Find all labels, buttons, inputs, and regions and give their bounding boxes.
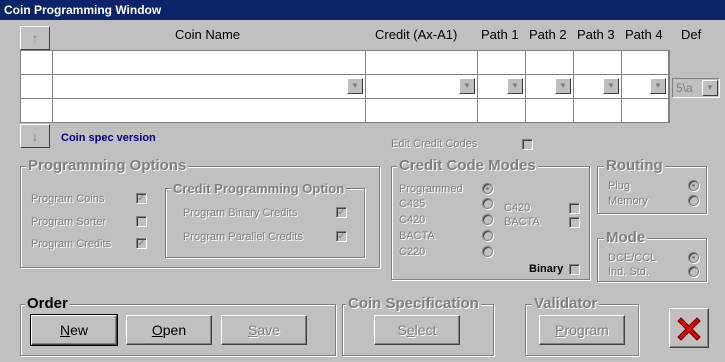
credit-programming-option-title: Credit Programming Option bbox=[171, 181, 347, 197]
program-sorter-checkbox[interactable] bbox=[136, 216, 147, 227]
path4-cell[interactable] bbox=[622, 99, 669, 122]
program-coins-checkbox[interactable]: ✓ bbox=[136, 193, 147, 204]
credit-cell[interactable]: ▼ bbox=[366, 75, 478, 98]
coin-table: ▼ ▼ ▼ ▼ ▼ ▼ bbox=[20, 50, 670, 123]
header-path4: Path 4 bbox=[625, 27, 663, 42]
chevron-down-icon[interactable]: ▼ bbox=[603, 78, 619, 94]
coin-spec-version-label: Coin spec version bbox=[61, 132, 156, 144]
memory-radio[interactable] bbox=[688, 195, 699, 206]
chevron-down-icon[interactable]: ▼ bbox=[459, 78, 475, 94]
program-parallel-credits-checkbox[interactable]: ✓ bbox=[336, 231, 347, 242]
path1-cell[interactable] bbox=[478, 51, 526, 74]
path2-cell[interactable] bbox=[526, 51, 574, 74]
programmed-label: Programmed bbox=[399, 183, 463, 195]
path2-cell[interactable] bbox=[526, 99, 574, 122]
coin-specification-title: Coin Specification bbox=[346, 295, 481, 312]
chevron-down-icon[interactable]: ▼ bbox=[347, 78, 363, 94]
c435-label: C435 bbox=[399, 198, 426, 210]
arrow-down-icon: ↓ bbox=[31, 128, 39, 144]
new-button[interactable]: New bbox=[30, 314, 118, 346]
bacta-checkbox[interactable] bbox=[569, 217, 580, 228]
window-title: Coin Programming Window bbox=[0, 0, 725, 20]
credit-cell[interactable] bbox=[366, 99, 478, 122]
chevron-down-icon[interactable]: ▼ bbox=[507, 78, 523, 94]
chevron-down-icon[interactable]: ▼ bbox=[702, 80, 718, 96]
c420-check-label: C420 bbox=[504, 202, 531, 214]
dce-ccl-label: DCE/CCL bbox=[608, 252, 657, 264]
c435-radio[interactable] bbox=[482, 198, 493, 209]
coin-name-cell[interactable]: ▼ bbox=[53, 75, 366, 98]
program-sorter-label: Program Sorter bbox=[31, 216, 107, 228]
def-value: 5\a bbox=[676, 81, 693, 95]
program-credits-label: Program Credits bbox=[31, 238, 112, 250]
path4-cell[interactable] bbox=[622, 51, 669, 74]
program-credits-checkbox[interactable]: ✓ bbox=[136, 238, 147, 249]
edit-credit-codes-label: Edit Credit Codes bbox=[391, 138, 478, 150]
credit-programming-option-group bbox=[165, 188, 365, 258]
path3-cell[interactable]: ▼ bbox=[574, 75, 622, 98]
memory-label: Memory bbox=[608, 195, 648, 207]
programming-options-title: Programming Options bbox=[26, 157, 189, 174]
path2-cell[interactable]: ▼ bbox=[526, 75, 574, 98]
coin-name-cell[interactable] bbox=[53, 99, 366, 122]
chevron-down-icon[interactable]: ▼ bbox=[650, 78, 666, 94]
chevron-down-icon[interactable]: ▼ bbox=[555, 78, 571, 94]
mode-title: Mode bbox=[604, 229, 648, 246]
program-parallel-credits-label: Program Parallel Credits bbox=[183, 231, 303, 243]
path1-cell[interactable] bbox=[478, 99, 526, 122]
arrow-up-icon: ↑ bbox=[31, 30, 39, 46]
credit-cell[interactable] bbox=[366, 51, 478, 74]
header-path2: Path 2 bbox=[529, 27, 567, 42]
c420-checkbox[interactable] bbox=[569, 203, 580, 214]
ind-std-label: Ind. Std. bbox=[608, 266, 649, 278]
plug-label: Plug bbox=[608, 180, 631, 192]
programmed-radio[interactable] bbox=[482, 183, 493, 194]
order-title: Order bbox=[25, 295, 70, 312]
header-coin-name: Coin Name bbox=[175, 27, 241, 42]
header-path3: Path 3 bbox=[577, 27, 615, 42]
header-path1: Path 1 bbox=[481, 27, 519, 42]
c220-radio[interactable] bbox=[482, 246, 493, 257]
validator-title: Validator bbox=[532, 295, 600, 312]
edit-credit-codes-checkbox[interactable] bbox=[522, 139, 533, 150]
scroll-down-button[interactable]: ↓ bbox=[20, 124, 50, 148]
save-button[interactable]: Save bbox=[221, 315, 307, 345]
credit-code-modes-title: Credit Code Modes bbox=[397, 157, 538, 174]
coin-name-cell[interactable] bbox=[53, 51, 366, 74]
program-binary-credits-label: Program Binary Credits bbox=[183, 207, 298, 219]
c420-label: C420 bbox=[399, 214, 426, 226]
dce-ccl-radio[interactable] bbox=[688, 252, 699, 263]
c420-radio[interactable] bbox=[482, 214, 493, 225]
program-coins-label: Program Coins bbox=[31, 193, 105, 205]
binary-checkbox[interactable] bbox=[569, 264, 580, 275]
header-credit: Credit (Ax-A1) bbox=[375, 27, 458, 42]
header-def: Def bbox=[681, 27, 702, 42]
def-dropdown[interactable]: 5\a ▼ bbox=[672, 78, 720, 98]
row-selector[interactable] bbox=[21, 51, 53, 74]
close-button[interactable] bbox=[669, 308, 709, 348]
path3-cell[interactable] bbox=[574, 99, 622, 122]
row-selector[interactable] bbox=[21, 75, 53, 98]
program-binary-credits-checkbox[interactable]: ✓ bbox=[336, 207, 347, 218]
bacta-check-label: BACTA bbox=[504, 216, 540, 228]
row-selector[interactable] bbox=[21, 99, 53, 122]
routing-title: Routing bbox=[604, 157, 665, 174]
select-button[interactable]: Select bbox=[374, 315, 460, 345]
close-x-icon bbox=[677, 317, 701, 341]
open-button[interactable]: Open bbox=[126, 315, 212, 345]
program-button[interactable]: Program bbox=[539, 315, 625, 345]
plug-radio[interactable] bbox=[688, 180, 699, 191]
binary-label: Binary bbox=[529, 263, 564, 275]
path4-cell[interactable]: ▼ bbox=[622, 75, 669, 98]
scroll-up-button[interactable]: ↑ bbox=[20, 26, 50, 50]
bacta-radio[interactable] bbox=[482, 230, 493, 241]
path3-cell[interactable] bbox=[574, 51, 622, 74]
path1-cell[interactable]: ▼ bbox=[478, 75, 526, 98]
c220-label: C220 bbox=[399, 246, 426, 258]
bacta-label: BACTA bbox=[399, 230, 435, 242]
ind-std-radio[interactable] bbox=[688, 266, 699, 277]
